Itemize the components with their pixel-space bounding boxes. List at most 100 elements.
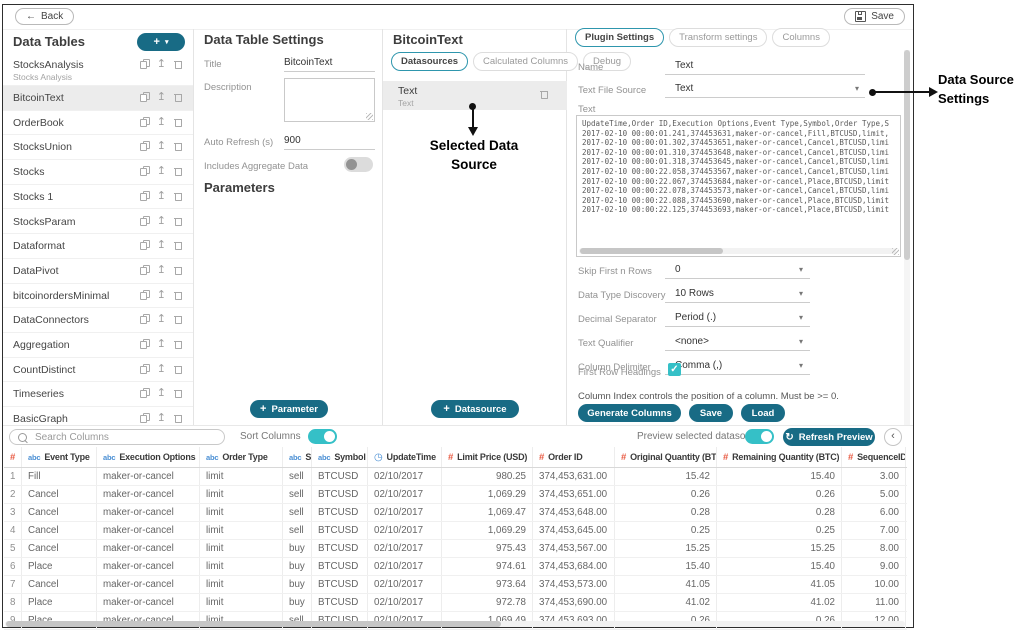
trash-icon[interactable] xyxy=(174,141,183,151)
file-source-select[interactable]: Text xyxy=(675,83,693,94)
chevron-down-icon[interactable]: ▾ xyxy=(799,313,803,322)
trash-icon[interactable] xyxy=(174,92,183,102)
table-row[interactable]: 5Cancelmaker-or-cancellimitbuyBTCUSD02/1… xyxy=(4,540,907,558)
save-columns-button[interactable]: Save xyxy=(689,404,733,422)
upload-icon[interactable]: ↥ xyxy=(157,265,166,275)
column-header-updatetime[interactable]: ◷UpdateTime xyxy=(368,447,442,467)
trash-icon[interactable] xyxy=(174,265,183,275)
dropdown-skip-first-n-rows[interactable]: Skip First n Rows0▾ xyxy=(578,262,810,286)
upload-icon[interactable]: ↥ xyxy=(157,59,166,69)
table-row[interactable]: 7Cancelmaker-or-cancellimitbuyBTCUSD02/1… xyxy=(4,576,907,594)
refresh-preview-button[interactable]: ↻ Refresh Preview xyxy=(783,428,875,446)
copy-icon[interactable] xyxy=(140,413,149,423)
tab-calculated-columns[interactable]: Calculated Columns xyxy=(473,52,578,71)
data-table-item[interactable]: DataConnectors↥ xyxy=(3,308,193,333)
dropdown-value[interactable]: 0 xyxy=(675,264,681,275)
column-header--[interactable]: # xyxy=(4,447,22,467)
copy-icon[interactable] xyxy=(140,117,149,127)
dropdown-decimal-separator[interactable]: Decimal SeparatorPeriod (.)▾ xyxy=(578,310,810,334)
data-table-item[interactable]: StocksParam↥ xyxy=(3,210,193,235)
upload-icon[interactable]: ↥ xyxy=(157,314,166,324)
copy-icon[interactable] xyxy=(140,339,149,349)
trash-icon[interactable] xyxy=(174,166,183,176)
copy-icon[interactable] xyxy=(140,314,149,324)
copy-icon[interactable] xyxy=(140,59,149,69)
tab-columns[interactable]: Columns xyxy=(772,28,830,47)
table-row[interactable]: 8Placemaker-or-cancellimitbuyBTCUSD02/10… xyxy=(4,594,907,612)
column-header-limit-price-usd-[interactable]: #Limit Price (USD) xyxy=(442,447,533,467)
copy-icon[interactable] xyxy=(140,141,149,151)
table-row[interactable]: 3Cancelmaker-or-cancellimitsellBTCUSD02/… xyxy=(4,504,907,522)
search-columns-box[interactable] xyxy=(9,429,225,445)
table-row[interactable]: 1Fillmaker-or-cancellimitsellBTCUSD02/10… xyxy=(4,468,907,486)
trash-icon[interactable] xyxy=(174,191,183,201)
data-table-item[interactable]: BasicGraph↥ xyxy=(3,407,193,425)
upload-icon[interactable]: ↥ xyxy=(157,166,166,176)
data-table-item[interactable]: Dataformat↥ xyxy=(3,234,193,259)
upload-icon[interactable]: ↥ xyxy=(157,413,166,423)
data-table-item[interactable]: OrderBook↥ xyxy=(3,111,193,136)
title-input[interactable]: BitcoinText xyxy=(284,57,332,68)
preview-datasource-toggle[interactable] xyxy=(745,429,774,444)
sort-columns-toggle[interactable] xyxy=(308,429,337,444)
copy-icon[interactable] xyxy=(140,364,149,374)
column-header-remaining-quantity-btc-[interactable]: #Remaining Quantity (BTC) xyxy=(717,447,842,467)
dropdown-value[interactable]: Period (.) xyxy=(675,312,716,323)
data-table-item[interactable]: Stocks 1↥ xyxy=(3,185,193,210)
dropdown-data-type-discovery[interactable]: Data Type Discovery10 Rows▾ xyxy=(578,286,810,310)
trash-icon[interactable] xyxy=(174,388,183,398)
trash-icon[interactable] xyxy=(174,216,183,226)
upload-icon[interactable]: ↥ xyxy=(157,339,166,349)
chevron-down-icon[interactable]: ▾ xyxy=(799,361,803,370)
data-table-item[interactable]: CountDistinct↥ xyxy=(3,358,193,383)
name-input[interactable]: Text xyxy=(675,60,693,71)
data-table-item[interactable]: Stocks↥ xyxy=(3,160,193,185)
data-table-item[interactable]: bitcoinordersMinimal↥ xyxy=(3,284,193,309)
upload-icon[interactable]: ↥ xyxy=(157,364,166,374)
column-header-execution-options[interactable]: abcExecution Options xyxy=(97,447,200,467)
trash-icon[interactable] xyxy=(174,59,183,69)
data-table-item[interactable]: StocksUnion↥ xyxy=(3,135,193,160)
upload-icon[interactable]: ↥ xyxy=(157,216,166,226)
dropdown-value[interactable]: 10 Rows xyxy=(675,288,714,299)
column-header-original-quantity-btc-[interactable]: #Original Quantity (BTC) xyxy=(615,447,717,467)
upload-icon[interactable]: ↥ xyxy=(157,92,166,102)
trash-icon[interactable] xyxy=(174,364,183,374)
plugin-panel-scrollbar[interactable] xyxy=(904,50,910,425)
aggregate-toggle[interactable] xyxy=(344,157,373,172)
chevron-down-icon[interactable]: ▾ xyxy=(799,289,803,298)
upload-icon[interactable]: ↥ xyxy=(157,117,166,127)
upload-icon[interactable]: ↥ xyxy=(157,388,166,398)
chevron-down-icon[interactable]: ▾ xyxy=(855,84,859,93)
column-header-order-type[interactable]: abcOrder Type xyxy=(200,447,283,467)
data-table-item[interactable]: StocksAnalysisStocks Analysis↥ xyxy=(3,53,193,86)
add-parameter-button[interactable]: + Parameter xyxy=(250,400,328,418)
chevron-down-icon[interactable]: ▾ xyxy=(799,337,803,346)
dropdown-value[interactable]: Comma (,) xyxy=(675,360,722,371)
table-row[interactable]: 6Placemaker-or-cancellimitbuyBTCUSD02/10… xyxy=(4,558,907,576)
column-header-side[interactable]: abcSide xyxy=(283,447,312,467)
add-data-table-button[interactable]: + ▾ xyxy=(137,33,185,51)
resize-grip-icon[interactable] xyxy=(366,113,373,120)
upload-icon[interactable]: ↥ xyxy=(157,141,166,151)
copy-icon[interactable] xyxy=(140,240,149,250)
dropdown-value[interactable]: <none> xyxy=(675,336,709,347)
dropdown-text-qualifier[interactable]: Text Qualifier<none>▾ xyxy=(578,334,810,358)
column-header-sequenceid[interactable]: #SequenceID xyxy=(842,447,906,467)
back-button[interactable]: ← Back xyxy=(15,8,74,25)
textarea-hscrollbar[interactable] xyxy=(579,248,896,254)
trash-icon[interactable] xyxy=(540,89,549,99)
data-table-item[interactable]: DataPivot↥ xyxy=(3,259,193,284)
tab-plugin-settings[interactable]: Plugin Settings xyxy=(575,28,664,47)
trash-icon[interactable] xyxy=(174,339,183,349)
tab-datasources[interactable]: Datasources xyxy=(391,52,468,71)
table-row[interactable]: 2Cancelmaker-or-cancellimitsellBTCUSD02/… xyxy=(4,486,907,504)
text-content-textarea[interactable]: UpdateTime,Order ID,Execution Options,Ev… xyxy=(576,115,901,257)
first-row-headings-checkbox[interactable]: ✓ xyxy=(668,363,681,376)
search-columns-input[interactable] xyxy=(33,431,197,444)
upload-icon[interactable]: ↥ xyxy=(157,240,166,250)
add-datasource-button[interactable]: + Datasource xyxy=(431,400,519,418)
column-header-event-type[interactable]: abcEvent Type xyxy=(22,447,97,467)
data-table-item[interactable]: Aggregation↥ xyxy=(3,333,193,358)
load-columns-button[interactable]: Load xyxy=(741,404,785,422)
